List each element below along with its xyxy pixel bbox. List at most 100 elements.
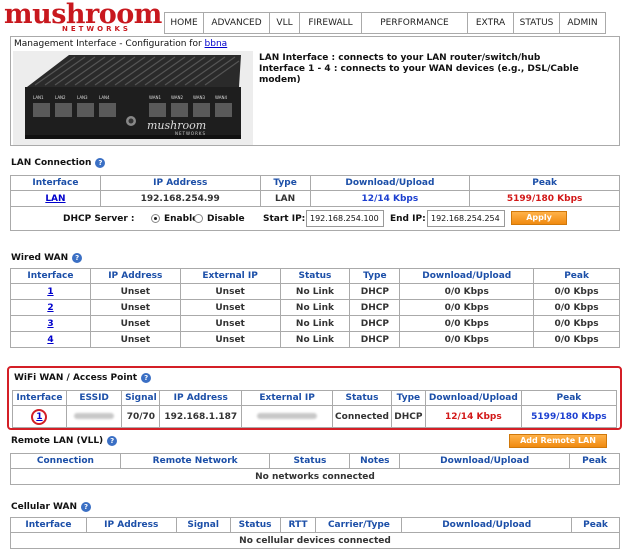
external-ip-cell: Unset: [179, 283, 281, 300]
column-header: Carrier/Type: [315, 517, 403, 533]
tab-performance[interactable]: PERFORMANCE: [362, 12, 468, 34]
tab-extra[interactable]: EXTRA: [468, 12, 514, 34]
end-ip-input[interactable]: 192.168.254.254: [427, 210, 505, 227]
tab-vll[interactable]: VLL: [270, 12, 300, 34]
external-ip-cell: Unset: [179, 299, 281, 316]
column-header: Peak: [469, 175, 620, 191]
column-header: Type: [390, 390, 426, 406]
help-icon[interactable]: ?: [72, 253, 83, 263]
lan-throughput-cell: 12/14 Kbps: [309, 190, 471, 207]
wifi-interface-1-link[interactable]: 1: [36, 412, 42, 422]
table-row: No networks connected: [10, 468, 620, 485]
wifi-wan-title: WiFi WAN / Access Point ?: [14, 373, 152, 383]
column-header: Download/Upload: [309, 175, 471, 191]
column-header: Peak: [569, 453, 620, 469]
throughput-cell: 12/14 Kbps: [424, 405, 522, 428]
wan-interface-2-link[interactable]: 2: [47, 303, 53, 313]
wan-interface-4-link[interactable]: 4: [47, 335, 53, 345]
column-header: Interface: [10, 517, 87, 533]
dhcp-server-label: DHCP Server :: [63, 214, 135, 224]
wifi-wan-table: Interface ESSID Signal IP Address Extern…: [12, 390, 618, 428]
dhcp-enable-radio[interactable]: [151, 214, 160, 223]
wan-interface-3-link[interactable]: 3: [47, 319, 53, 329]
lan-type-cell: LAN: [259, 190, 311, 207]
column-header: Interface: [10, 268, 91, 284]
tab-admin[interactable]: ADMIN: [560, 12, 606, 34]
column-header: Download/Upload: [401, 517, 573, 533]
peak-cell: 5199/180 Kbps: [520, 405, 618, 428]
help-icon[interactable]: ?: [141, 373, 152, 383]
status-cell: No Link: [279, 283, 351, 300]
column-header: Download/Upload: [399, 268, 535, 284]
wired-wan-table: Interface IP Address External IP Status …: [10, 268, 620, 348]
management-title: Management Interface - Configuration for…: [14, 39, 227, 49]
lan-interface-cell: LAN: [10, 190, 101, 207]
column-header: Peak: [520, 390, 618, 406]
remote-lan-title: Remote LAN (VLL) ?: [11, 436, 118, 446]
lan-interface-link[interactable]: LAN: [45, 194, 65, 204]
wan-interface-description: Interface 1 - 4 : connects to your WAN d…: [259, 64, 579, 85]
device-port-label: LAN3: [77, 95, 88, 100]
ip-cell: 192.168.1.187: [159, 405, 243, 428]
interface-cell: 1: [12, 405, 67, 428]
device-image: LAN1 LAN2 LAN3 LAN4 WAN1 WAN2 WAN3 WAN4 …: [13, 51, 253, 145]
help-icon[interactable]: ?: [81, 502, 92, 512]
device-port-label: WAN2: [171, 95, 184, 100]
tab-advanced[interactable]: ADVANCED: [204, 12, 270, 34]
signal-cell: 70/70: [121, 405, 161, 428]
interface-description: LAN Interface : connects to your LAN rou…: [259, 53, 619, 86]
help-icon[interactable]: ?: [95, 158, 106, 168]
column-header: Connection: [10, 453, 121, 469]
lan-table: Interface IP Address Type Download/Uploa…: [10, 175, 620, 207]
dhcp-server-row: DHCP Server : Enable Disable Start IP: 1…: [10, 207, 620, 231]
column-header: Status: [332, 390, 392, 406]
tab-status[interactable]: STATUS: [514, 12, 560, 34]
lan-connection-title-text: LAN Connection: [11, 158, 92, 168]
device-port-label: WAN4: [215, 95, 228, 100]
table-row: 1 70/70 192.168.1.187 Connected DHCP 12/…: [12, 405, 618, 428]
column-header: IP Address: [85, 517, 177, 533]
external-ip-cell: Unset: [179, 331, 281, 348]
status-cell: Connected: [332, 405, 392, 428]
add-remote-lan-button[interactable]: Add Remote LAN: [509, 434, 607, 448]
device-port-label: LAN2: [55, 95, 66, 100]
ip-cell: Unset: [89, 315, 181, 332]
column-header: Signal: [121, 390, 161, 406]
lan-interface-description: LAN Interface : connects to your LAN rou…: [259, 53, 541, 63]
throughput-cell: 0/0 Kbps: [399, 299, 535, 316]
type-cell: DHCP: [349, 299, 401, 316]
apply-button[interactable]: Apply: [511, 211, 567, 225]
dhcp-disable-radio[interactable]: [194, 214, 203, 223]
empty-state-message: No cellular devices connected: [10, 532, 620, 549]
device-name-link[interactable]: bbna: [205, 39, 228, 49]
interface-cell: 1: [10, 283, 91, 300]
lan-peak-cell: 5199/180 Kbps: [469, 190, 620, 207]
column-header: IP Address: [89, 268, 181, 284]
management-panel: Management Interface - Configuration for…: [10, 36, 620, 146]
type-cell: DHCP: [349, 331, 401, 348]
table-header-row: Interface IP Address Signal Status RTT C…: [10, 517, 620, 533]
throughput-cell: 0/0 Kbps: [399, 331, 535, 348]
column-header: Signal: [175, 517, 231, 533]
ip-cell: Unset: [89, 331, 181, 348]
external-ip-redacted: [257, 413, 318, 419]
start-ip-input[interactable]: 192.168.254.100: [306, 210, 384, 227]
tab-firewall[interactable]: FIREWALL: [300, 12, 362, 34]
type-cell: DHCP: [390, 405, 426, 428]
interface-cell: 2: [10, 299, 91, 316]
ip-cell: Unset: [89, 299, 181, 316]
highlight-circle: 1: [31, 408, 48, 425]
device-brand-subtext: NETWORKS: [175, 131, 207, 136]
type-cell: DHCP: [349, 315, 401, 332]
status-cell: No Link: [279, 315, 351, 332]
tab-home[interactable]: HOME: [164, 12, 204, 34]
table-row: 4 Unset Unset No Link DHCP 0/0 Kbps 0/0 …: [10, 331, 620, 348]
wan-interface-1-link[interactable]: 1: [47, 287, 53, 297]
end-ip-label: End IP:: [390, 214, 426, 224]
column-header: Download/Upload: [399, 453, 571, 469]
column-header: Status: [269, 453, 351, 469]
help-icon[interactable]: ?: [107, 436, 118, 446]
lan-ip-cell: 192.168.254.99: [99, 190, 261, 207]
column-header: External IP: [179, 268, 281, 284]
remote-lan-table: Connection Remote Network Status Notes D…: [10, 453, 620, 485]
